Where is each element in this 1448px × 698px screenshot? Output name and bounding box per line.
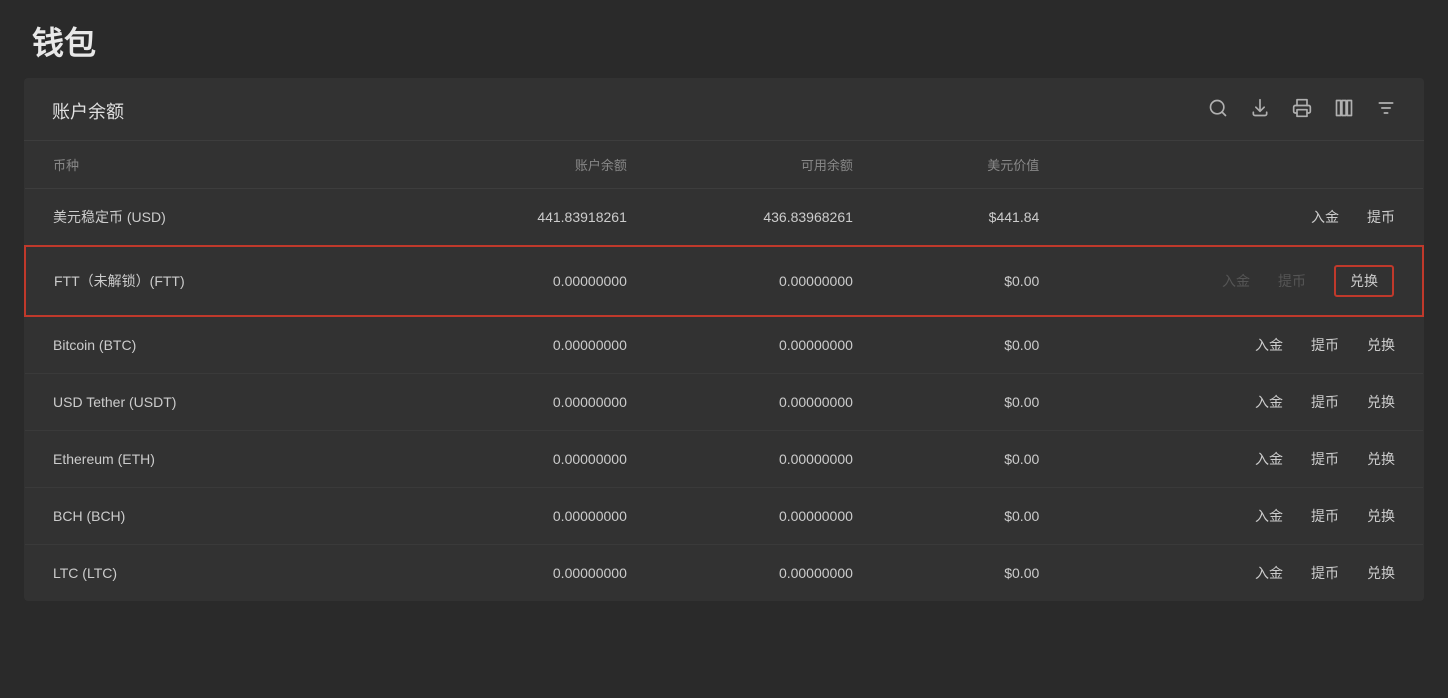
withdraw-button[interactable]: 提币 bbox=[1311, 392, 1339, 412]
deposit-button: 入金 bbox=[1222, 271, 1250, 291]
cell-balance: 0.00000000 bbox=[429, 545, 655, 602]
cell-balance: 0.00000000 bbox=[429, 316, 655, 374]
exchange-button[interactable]: 兑换 bbox=[1334, 265, 1394, 297]
col-header-currency: 币种 bbox=[25, 141, 429, 189]
cell-currency: FTT（未解锁）(FTT) bbox=[25, 246, 429, 316]
withdraw-button[interactable]: 提币 bbox=[1367, 207, 1395, 227]
columns-icon[interactable] bbox=[1334, 98, 1354, 124]
withdraw-button[interactable]: 提币 bbox=[1311, 506, 1339, 526]
search-icon[interactable] bbox=[1208, 98, 1228, 124]
table-row: LTC (LTC)0.000000000.00000000$0.00入金提币兑换 bbox=[25, 545, 1423, 602]
cell-currency: Ethereum (ETH) bbox=[25, 431, 429, 488]
deposit-button[interactable]: 入金 bbox=[1255, 335, 1283, 355]
table-row: Bitcoin (BTC)0.000000000.00000000$0.00入金… bbox=[25, 316, 1423, 374]
withdraw-button[interactable]: 提币 bbox=[1311, 449, 1339, 469]
cell-usd-value: $0.00 bbox=[881, 488, 1067, 545]
cell-balance: 441.83918261 bbox=[429, 189, 655, 247]
cell-actions: 入金 提币 bbox=[1067, 189, 1423, 247]
cell-available: 0.00000000 bbox=[655, 246, 881, 316]
table-header-row: 币种 账户余额 可用余额 美元价值 bbox=[25, 141, 1423, 189]
deposit-button[interactable]: 入金 bbox=[1311, 207, 1339, 227]
cell-currency: BCH (BCH) bbox=[25, 488, 429, 545]
cell-balance: 0.00000000 bbox=[429, 431, 655, 488]
deposit-button[interactable]: 入金 bbox=[1255, 449, 1283, 469]
cell-balance: 0.00000000 bbox=[429, 374, 655, 431]
col-header-balance: 账户余额 bbox=[429, 141, 655, 189]
cell-usd-value: $441.84 bbox=[881, 189, 1067, 247]
table-row: FTT（未解锁）(FTT)0.000000000.00000000$0.00入金… bbox=[25, 246, 1423, 316]
table-row: 美元稳定币 (USD)441.83918261436.83968261$441.… bbox=[25, 189, 1423, 247]
balance-table: 币种 账户余额 可用余额 美元价值 美元稳定币 (USD)441.8391826… bbox=[24, 141, 1424, 601]
cell-actions: 入金 提币 兑换 bbox=[1067, 488, 1423, 545]
cell-usd-value: $0.00 bbox=[881, 431, 1067, 488]
page-header: 钱包 bbox=[0, 0, 1448, 78]
cell-usd-value: $0.00 bbox=[881, 374, 1067, 431]
page-title: 钱包 bbox=[32, 18, 1416, 64]
exchange-button[interactable]: 兑换 bbox=[1367, 449, 1395, 469]
table-row: BCH (BCH)0.000000000.00000000$0.00入金提币兑换 bbox=[25, 488, 1423, 545]
deposit-button[interactable]: 入金 bbox=[1255, 392, 1283, 412]
cell-usd-value: $0.00 bbox=[881, 246, 1067, 316]
col-header-usd: 美元价值 bbox=[881, 141, 1067, 189]
filter-icon[interactable] bbox=[1376, 98, 1396, 124]
cell-available: 0.00000000 bbox=[655, 316, 881, 374]
main-card: 账户余额 bbox=[24, 78, 1424, 601]
cell-currency: 美元稳定币 (USD) bbox=[25, 189, 429, 247]
cell-actions: 入金 提币 兑换 bbox=[1067, 316, 1423, 374]
cell-available: 0.00000000 bbox=[655, 431, 881, 488]
cell-currency: LTC (LTC) bbox=[25, 545, 429, 602]
col-header-available: 可用余额 bbox=[655, 141, 881, 189]
cell-actions: 入金 提币 兑换 bbox=[1067, 246, 1423, 316]
cell-available: 0.00000000 bbox=[655, 545, 881, 602]
cell-actions: 入金 提币 兑换 bbox=[1067, 374, 1423, 431]
cell-usd-value: $0.00 bbox=[881, 545, 1067, 602]
withdraw-button: 提币 bbox=[1278, 271, 1306, 291]
cell-usd-value: $0.00 bbox=[881, 316, 1067, 374]
card-title: 账户余额 bbox=[52, 98, 124, 124]
cell-actions: 入金 提币 兑换 bbox=[1067, 431, 1423, 488]
cell-actions: 入金 提币 兑换 bbox=[1067, 545, 1423, 602]
cell-balance: 0.00000000 bbox=[429, 488, 655, 545]
exchange-button[interactable]: 兑换 bbox=[1367, 335, 1395, 355]
exchange-button[interactable]: 兑换 bbox=[1367, 563, 1395, 583]
deposit-button[interactable]: 入金 bbox=[1255, 563, 1283, 583]
print-icon[interactable] bbox=[1292, 98, 1312, 124]
cell-currency: USD Tether (USDT) bbox=[25, 374, 429, 431]
table-row: USD Tether (USDT)0.000000000.00000000$0.… bbox=[25, 374, 1423, 431]
cell-currency: Bitcoin (BTC) bbox=[25, 316, 429, 374]
card-header: 账户余额 bbox=[24, 78, 1424, 141]
cell-available: 0.00000000 bbox=[655, 374, 881, 431]
withdraw-button[interactable]: 提币 bbox=[1311, 563, 1339, 583]
header-actions bbox=[1208, 98, 1396, 124]
download-icon[interactable] bbox=[1250, 98, 1270, 124]
deposit-button[interactable]: 入金 bbox=[1255, 506, 1283, 526]
cell-available: 436.83968261 bbox=[655, 189, 881, 247]
exchange-button[interactable]: 兑换 bbox=[1367, 506, 1395, 526]
table-row: Ethereum (ETH)0.000000000.00000000$0.00入… bbox=[25, 431, 1423, 488]
cell-available: 0.00000000 bbox=[655, 488, 881, 545]
exchange-button[interactable]: 兑换 bbox=[1367, 392, 1395, 412]
cell-balance: 0.00000000 bbox=[429, 246, 655, 316]
withdraw-button[interactable]: 提币 bbox=[1311, 335, 1339, 355]
